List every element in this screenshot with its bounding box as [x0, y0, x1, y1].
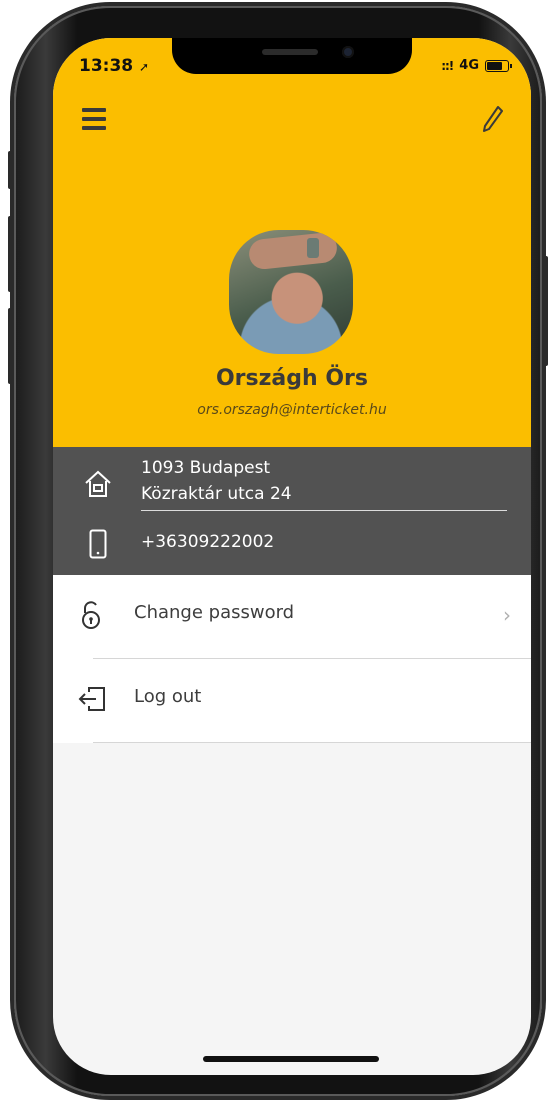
info-divider: [141, 510, 507, 511]
change-password-label: Change password: [134, 602, 295, 623]
home-indicator[interactable]: [203, 1056, 379, 1062]
unlock-icon: [82, 601, 100, 629]
silent-switch: [8, 151, 14, 189]
contact-info-panel: 1093 Budapest Közraktár utca 24 +3630922…: [53, 447, 531, 575]
row-divider: [93, 742, 531, 743]
signal-bars-icon: ::!: [441, 58, 454, 73]
address: 1093 Budapest Közraktár utca 24: [141, 455, 292, 507]
avatar-photo-arm: [247, 231, 339, 271]
power-button: [542, 256, 548, 366]
hamburger-menu-icon[interactable]: [82, 108, 106, 130]
location-arrow-icon: ➚: [139, 60, 150, 74]
volume-up-button: [8, 216, 14, 292]
volume-down-button: [8, 308, 14, 384]
front-camera: [342, 46, 354, 58]
app-screen: 13:38 ➚ ::! 4G Országh Örs ors.orszagh@i…: [53, 38, 531, 1075]
log-out-label: Log out: [134, 686, 202, 707]
avatar[interactable]: [229, 230, 353, 354]
pencil-edit-icon[interactable]: [481, 104, 505, 134]
phone-number: +36309222002: [141, 532, 275, 552]
log-out-item[interactable]: Log out: [53, 659, 531, 743]
avatar-photo-watch: [307, 238, 319, 258]
profile-name: Országh Örs: [215, 366, 368, 391]
status-time-text: 13:38: [79, 56, 134, 76]
logout-icon: [78, 687, 105, 711]
mobile-phone-icon: [89, 529, 107, 559]
settings-list: Change password › Log out: [53, 575, 531, 743]
address-line-2: Közraktár utca 24: [141, 484, 292, 504]
status-time: 13:38 ➚: [79, 56, 149, 76]
address-line-1: 1093 Budapest: [141, 458, 271, 478]
profile-email: ors.orszagh@interticket.hu: [197, 402, 387, 418]
change-password-item[interactable]: Change password ›: [53, 575, 531, 659]
status-indicators: ::! 4G: [441, 58, 512, 73]
battery-icon: [485, 59, 512, 72]
home-icon: [85, 470, 111, 497]
speaker: [262, 49, 318, 55]
notch: [172, 38, 412, 74]
network-type: 4G: [459, 58, 479, 73]
profile-header: 13:38 ➚ ::! 4G Országh Örs ors.orszagh@i…: [53, 38, 531, 447]
chevron-right-icon: ›: [503, 603, 511, 627]
